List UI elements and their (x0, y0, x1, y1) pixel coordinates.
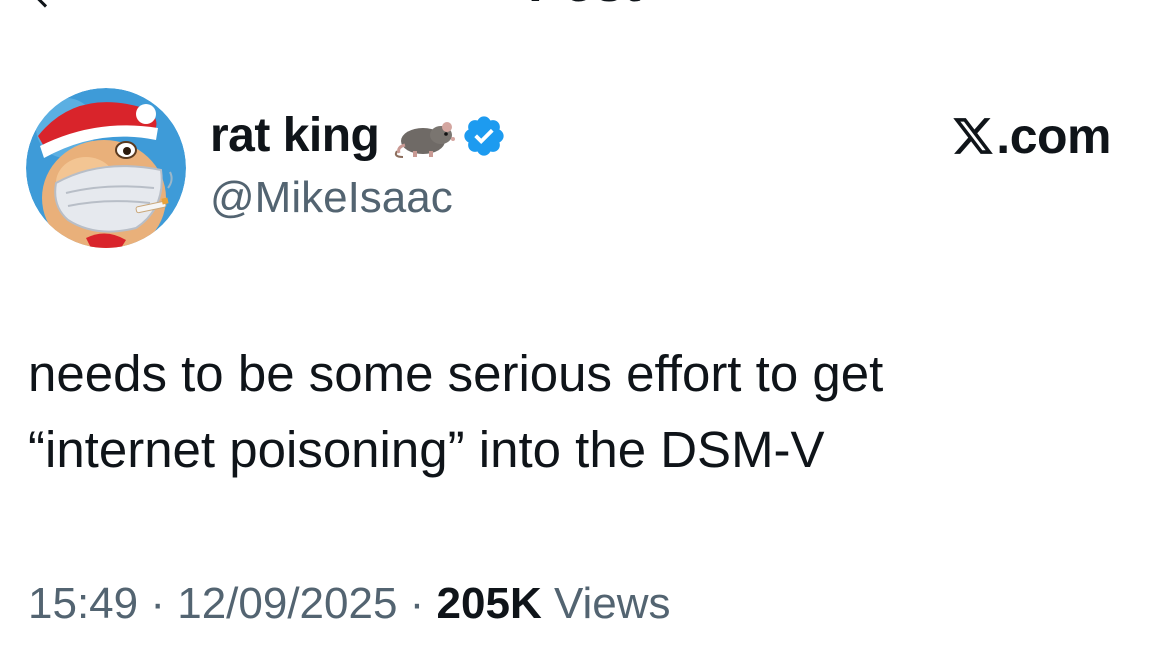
post-meta: 15:49 · 12/09/2025 · 205K Views (28, 574, 671, 634)
avatar[interactable] (26, 88, 186, 248)
source-watermark: .com (950, 106, 1111, 166)
source-domain-text: .com (996, 108, 1111, 164)
post-date[interactable]: 12/09/2025 (177, 579, 397, 628)
verified-badge-icon[interactable] (461, 113, 507, 159)
author-block: rat king @MikeIsaac (210, 106, 507, 224)
x-logo-icon (953, 118, 994, 154)
views-label: Views (541, 579, 671, 628)
top-navigation-bar: Post (0, 0, 1169, 14)
avatar-image (26, 88, 186, 248)
author-name-row: rat king (210, 106, 507, 166)
author-handle[interactable]: @MikeIsaac (210, 172, 507, 224)
page-title: Post (0, 0, 1169, 14)
rat-emoji-icon (395, 122, 456, 158)
post-text: needs to be some serious effort to get “… (28, 345, 884, 478)
meta-separator: · (397, 579, 437, 628)
author-display-name[interactable]: rat king (210, 106, 380, 166)
views-count[interactable]: 205K (437, 579, 542, 628)
post-time[interactable]: 15:49 (28, 579, 138, 628)
meta-separator: · (138, 579, 178, 628)
